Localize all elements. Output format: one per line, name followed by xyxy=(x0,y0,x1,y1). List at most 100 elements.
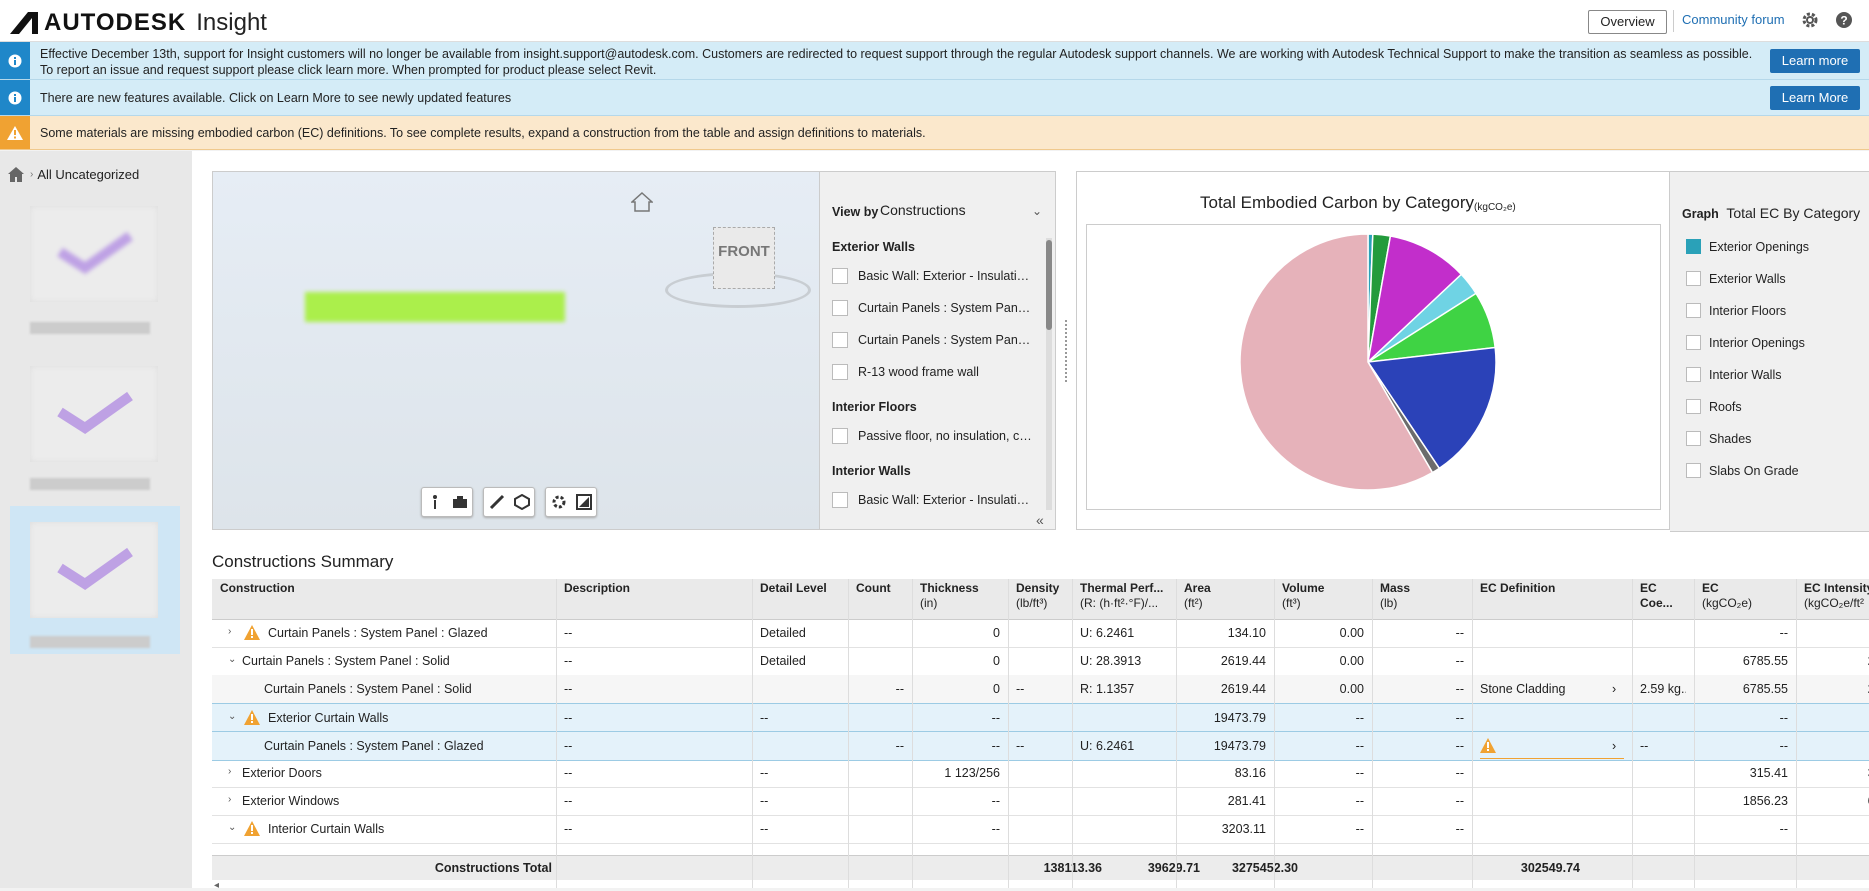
column-header[interactable]: Mass (lb) xyxy=(1380,581,1468,611)
legend-item[interactable]: Interior Openings xyxy=(1686,335,1805,350)
checkbox[interactable] xyxy=(832,364,848,380)
checkbox[interactable] xyxy=(1686,303,1701,318)
cell-eci: 3. xyxy=(1804,766,1869,780)
info-icon xyxy=(0,80,30,115)
help-icon[interactable]: ? xyxy=(1834,10,1854,30)
expand-icon[interactable]: › xyxy=(228,766,231,777)
gear-icon[interactable] xyxy=(1800,10,1820,30)
measure-toolbar xyxy=(483,487,535,517)
fullscreen-icon[interactable] xyxy=(575,494,592,510)
expand-icon[interactable]: › xyxy=(228,626,231,637)
column-header[interactable]: EC (kgCO₂e) xyxy=(1702,581,1792,611)
view-cube[interactable]: FRONT xyxy=(713,227,775,289)
column-header[interactable]: Count xyxy=(856,581,908,596)
list-item[interactable]: Passive floor, no insulation, carpet xyxy=(832,428,1032,444)
panel-splitter[interactable] xyxy=(1065,320,1069,382)
table-row[interactable]: › Curtain Panels : System Panel : Glazed -… xyxy=(212,619,1869,648)
measure-icon[interactable] xyxy=(489,494,505,510)
graph-by-select[interactable]: Graph Total EC By Category xyxy=(1682,205,1860,221)
model-thumbnail[interactable] xyxy=(30,366,158,462)
scrollbar-thumb[interactable] xyxy=(1046,240,1052,330)
legend-item[interactable]: Interior Floors xyxy=(1686,303,1786,318)
cell-thermal: U: 6.2461 xyxy=(1080,739,1135,753)
column-header[interactable]: Density (lb/ft³) xyxy=(1016,581,1068,611)
viewer-home-icon[interactable] xyxy=(631,192,653,212)
table-row[interactable]: ⌄ Interior Curtain Walls -- -- -- 3203.11 -- --… xyxy=(212,815,1869,844)
settings-icon[interactable] xyxy=(551,494,567,510)
constructions-table: Construction Description Detail Level Count… xyxy=(212,579,1869,888)
learn-more-button[interactable]: Learn more xyxy=(1770,49,1860,73)
breadcrumb[interactable]: › All Uncategorized xyxy=(8,167,139,182)
scroll-left-icon[interactable]: ◂ xyxy=(214,880,219,891)
list-item[interactable]: Curtain Panels : System Panel : Solid xyxy=(832,332,1032,348)
model-thumbnail[interactable] xyxy=(30,206,158,302)
column-header[interactable]: Volume (ft³) xyxy=(1282,581,1368,611)
checkbox[interactable] xyxy=(832,300,848,316)
checkbox[interactable] xyxy=(832,268,848,284)
table-row[interactable]: Curtain Panels : System Panel : Solid -- -… xyxy=(212,675,1869,704)
collapse-icon[interactable]: ⌄ xyxy=(228,822,236,833)
walk-icon[interactable] xyxy=(427,494,443,510)
list-item[interactable]: Basic Wall: Exterior - Insulation on Mas… xyxy=(832,492,1032,508)
chevron-down-icon[interactable]: ⌄ xyxy=(1032,204,1042,218)
legend-item[interactable]: Roofs xyxy=(1686,399,1742,414)
home-icon[interactable] xyxy=(8,167,24,182)
column-label: Construction xyxy=(220,581,295,595)
column-header[interactable]: Thermal Perf... (R: (h·ft²·°F)/... xyxy=(1080,581,1172,611)
list-item[interactable]: Curtain Panels : System Panel : Glazed xyxy=(832,300,1032,316)
group-interior-walls: Interior Walls xyxy=(832,464,911,478)
table-row[interactable]: ⌄ Exterior Curtain Walls -- -- -- 19473.79 -- -… xyxy=(212,703,1869,733)
column-header[interactable]: EC Coe... xyxy=(1640,581,1690,611)
collapse-icon[interactable]: ⌄ xyxy=(228,654,236,665)
column-header[interactable]: Detail Level xyxy=(760,581,844,596)
collapse-panel-icon[interactable]: « xyxy=(1036,512,1044,528)
column-header[interactable]: EC Definition xyxy=(1480,581,1628,596)
checkbox[interactable] xyxy=(1686,367,1701,382)
view-by-select[interactable]: Constructions xyxy=(880,202,966,218)
chevron-right-icon[interactable]: › xyxy=(1612,682,1616,696)
table-row[interactable]: Curtain Panels : System Panel : Glazed --… xyxy=(212,731,1869,761)
model-viewer[interactable]: FRONT xyxy=(212,171,820,530)
autodesk-logo[interactable]: AUTODESK Insight xyxy=(10,9,267,37)
table-row[interactable]: ⌄ Curtain Panels : System Panel : Solid --… xyxy=(212,647,1869,676)
community-forum-link[interactable]: Community forum xyxy=(1682,12,1785,27)
column-header[interactable]: Area (ft²) xyxy=(1184,581,1270,611)
total-label: Constructions Total xyxy=(434,861,552,875)
column-header[interactable]: Description xyxy=(564,581,748,596)
column-header[interactable]: EC Intensity (kgCO₂e/ft² xyxy=(1804,581,1869,611)
legend-item[interactable]: Interior Walls xyxy=(1686,367,1781,382)
expand-icon[interactable]: › xyxy=(228,794,231,805)
legend-item[interactable]: Shades xyxy=(1686,431,1751,446)
model-thumbnail[interactable] xyxy=(30,522,158,618)
cell-density: -- xyxy=(1016,739,1025,753)
checkbox[interactable] xyxy=(1686,239,1701,254)
pie-chart[interactable] xyxy=(1238,232,1498,492)
learn-more-button[interactable]: Learn More xyxy=(1770,86,1860,110)
checkbox[interactable] xyxy=(1686,335,1701,350)
checkbox[interactable] xyxy=(1686,431,1701,446)
total-volume: 39629.71 xyxy=(1147,861,1200,875)
brand-name: AUTODESK xyxy=(44,9,187,36)
checkbox[interactable] xyxy=(832,332,848,348)
legend-item[interactable]: Slabs On Grade xyxy=(1686,463,1799,478)
section-icon[interactable] xyxy=(513,494,530,510)
checkbox[interactable] xyxy=(1686,463,1701,478)
table-row[interactable]: › Exterior Windows -- -- -- 281.41 -- -- 1856.23… xyxy=(212,787,1869,816)
camera-icon[interactable] xyxy=(452,494,468,510)
checkbox[interactable] xyxy=(1686,271,1701,286)
list-item[interactable]: Basic Wall: Exterior - Insulation on Mas… xyxy=(832,268,1032,284)
checkbox[interactable] xyxy=(832,428,848,444)
collapse-icon[interactable]: ⌄ xyxy=(228,711,236,722)
column-header[interactable]: Construction xyxy=(220,581,552,596)
legend-item[interactable]: Exterior Walls xyxy=(1686,271,1786,286)
overview-button[interactable]: Overview xyxy=(1588,10,1667,34)
column-header[interactable]: Thickness (in) xyxy=(920,581,1004,611)
ec-definition-dropdown[interactable] xyxy=(1480,732,1624,759)
cell-ecdef[interactable]: Stone Cladding xyxy=(1480,682,1624,696)
list-item[interactable]: R-13 wood frame wall xyxy=(832,364,1032,380)
checkbox[interactable] xyxy=(1686,399,1701,414)
building-model[interactable] xyxy=(305,292,565,322)
legend-item[interactable]: Exterior Openings xyxy=(1686,239,1809,254)
table-row[interactable]: › Exterior Doors -- -- 1 123/256 83.16 -- -- 315… xyxy=(212,759,1869,788)
checkbox[interactable] xyxy=(832,492,848,508)
